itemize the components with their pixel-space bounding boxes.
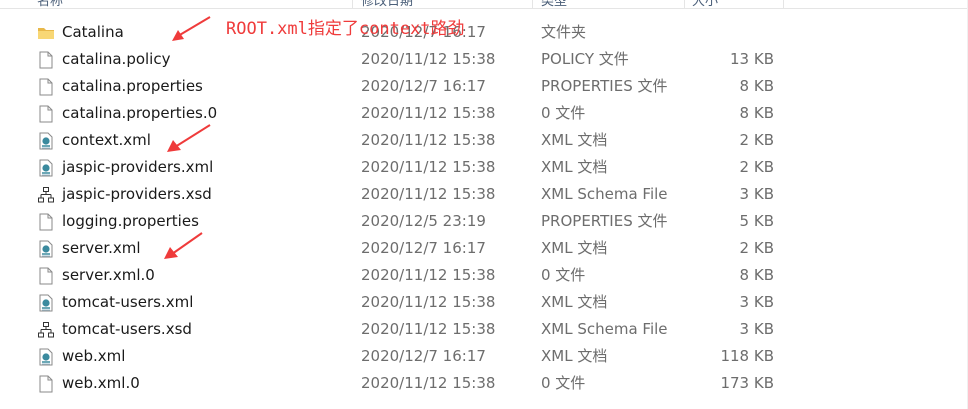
- file-date: 2020/11/12 15:38: [361, 104, 496, 122]
- xsd-file-icon: [37, 321, 55, 339]
- file-date: 2020/11/12 15:38: [361, 158, 496, 176]
- file-row[interactable]: jaspic-providers.xsd 2020/11/12 15:38 XML …: [0, 181, 968, 208]
- file-size: 8 KB: [739, 77, 774, 95]
- file-name: catalina.properties: [62, 77, 203, 95]
- file-row[interactable]: tomcat-users.xml 2020/11/12 15:38 XML 文档 3 …: [0, 289, 968, 316]
- column-name-header[interactable]: 名称: [37, 0, 63, 9]
- file-row[interactable]: web.xml.0 2020/11/12 15:38 0 文件 173 KB: [0, 370, 968, 397]
- column-separator[interactable]: [352, 0, 353, 8]
- annotation-arrow-server: [164, 232, 203, 259]
- file-date: 2020/11/12 15:38: [361, 374, 496, 392]
- file-row[interactable]: context.xml 2020/11/12 15:38 XML 文档 2 KB: [0, 127, 968, 154]
- file-type: 0 文件: [541, 104, 586, 122]
- file-size: 2 KB: [739, 239, 774, 257]
- file-name: server.xml: [62, 239, 141, 257]
- file-size: 3 KB: [739, 185, 774, 203]
- file-row[interactable]: jaspic-providers.xml 2020/11/12 15:38 XML …: [0, 154, 968, 181]
- file-size: 3 KB: [739, 293, 774, 311]
- file-row[interactable]: server.xml 2020/12/7 16:17 XML 文档 2 KB: [0, 235, 968, 262]
- annotation-arrow-context: [167, 124, 211, 152]
- file-type: XML 文档: [541, 293, 608, 311]
- xml-file-icon: [37, 240, 55, 258]
- file-row[interactable]: catalina.properties 2020/12/7 16:17 PROPER…: [0, 73, 968, 100]
- file-row[interactable]: catalina.properties.0 2020/11/12 15:38 0 文…: [0, 100, 968, 127]
- file-type: 文件夹: [541, 23, 587, 41]
- column-type-header[interactable]: 类型: [541, 0, 567, 9]
- xml-file-icon: [37, 159, 55, 177]
- file-type: XML 文档: [541, 131, 608, 149]
- file-icon: [37, 51, 55, 69]
- file-type: XML 文档: [541, 239, 608, 257]
- file-type: PROPERTIES 文件: [541, 77, 668, 95]
- column-header: 名称 修改日期 类型 大小: [0, 0, 968, 9]
- file-size: 118 KB: [720, 347, 774, 365]
- file-date: 2020/12/7 16:17: [361, 77, 486, 95]
- file-date: 2020/12/7 16:17: [361, 239, 486, 257]
- file-type: XML 文档: [541, 347, 608, 365]
- xml-file-icon: [37, 348, 55, 366]
- file-name: web.xml: [62, 347, 126, 365]
- xsd-file-icon: [37, 186, 55, 204]
- file-size: 8 KB: [739, 266, 774, 284]
- file-size: 3 KB: [739, 320, 774, 338]
- file-date: 2020/11/12 15:38: [361, 266, 496, 284]
- file-name: catalina.policy: [62, 50, 171, 68]
- file-row[interactable]: tomcat-users.xsd 2020/11/12 15:38 XML Sche…: [0, 316, 968, 343]
- file-row[interactable]: logging.properties 2020/12/5 23:19 PROPERT…: [0, 208, 968, 235]
- xml-file-icon: [37, 132, 55, 150]
- file-name: jaspic-providers.xml: [62, 158, 214, 176]
- file-date: 2020/11/12 15:38: [361, 320, 496, 338]
- file-size: 2 KB: [739, 158, 774, 176]
- file-type: XML 文档: [541, 158, 608, 176]
- file-date: 2020/11/12 15:38: [361, 50, 496, 68]
- file-row[interactable]: web.xml 2020/12/7 16:17 XML 文档 118 KB: [0, 343, 968, 370]
- file-type: 0 文件: [541, 266, 586, 284]
- column-size-header[interactable]: 大小: [692, 0, 718, 9]
- file-icon: [37, 213, 55, 231]
- file-row[interactable]: server.xml.0 2020/11/12 15:38 0 文件 8 KB: [0, 262, 968, 289]
- annotation-arrow-catalina: [172, 16, 211, 41]
- file-type: 0 文件: [541, 374, 586, 392]
- file-name: server.xml.0: [62, 266, 155, 284]
- folder-icon: [37, 24, 55, 42]
- file-date: 2020/12/7 16:17: [361, 347, 486, 365]
- column-separator[interactable]: [684, 0, 685, 8]
- file-name: tomcat-users.xml: [62, 293, 194, 311]
- file-type: XML Schema File: [541, 185, 668, 203]
- file-icon: [37, 267, 55, 285]
- file-date: 2020/11/12 15:38: [361, 131, 496, 149]
- file-size: 5 KB: [739, 212, 774, 230]
- file-icon: [37, 375, 55, 393]
- file-size: 173 KB: [720, 374, 774, 392]
- column-separator[interactable]: [783, 0, 784, 8]
- file-icon: [37, 105, 55, 123]
- file-size: 2 KB: [739, 131, 774, 149]
- file-name: jaspic-providers.xsd: [62, 185, 212, 203]
- file-name: Catalina: [62, 23, 124, 41]
- column-separator[interactable]: [532, 0, 533, 8]
- file-type: POLICY 文件: [541, 50, 629, 68]
- file-size: 13 KB: [730, 50, 774, 68]
- file-name: tomcat-users.xsd: [62, 320, 192, 338]
- file-row[interactable]: Catalina 2020/12/7 16:17 文件夹: [0, 19, 968, 46]
- file-date: 2020/12/5 23:19: [361, 212, 486, 230]
- file-explorer: 名称 修改日期 类型 大小 Catalina 2020/12/7 16:17 文件夹…: [0, 0, 968, 409]
- file-icon: [37, 78, 55, 96]
- annotation-text: ROOT.xml指定了context路劲: [226, 19, 465, 39]
- file-name: web.xml.0: [62, 374, 140, 392]
- xml-file-icon: [37, 294, 55, 312]
- column-date-header[interactable]: 修改日期: [361, 0, 413, 9]
- file-type: XML Schema File: [541, 320, 668, 338]
- file-size: 8 KB: [739, 104, 774, 122]
- file-type: PROPERTIES 文件: [541, 212, 668, 230]
- file-date: 2020/11/12 15:38: [361, 185, 496, 203]
- file-date: 2020/11/12 15:38: [361, 293, 496, 311]
- file-name: context.xml: [62, 131, 151, 149]
- file-row[interactable]: catalina.policy 2020/11/12 15:38 POLICY 文件…: [0, 46, 968, 73]
